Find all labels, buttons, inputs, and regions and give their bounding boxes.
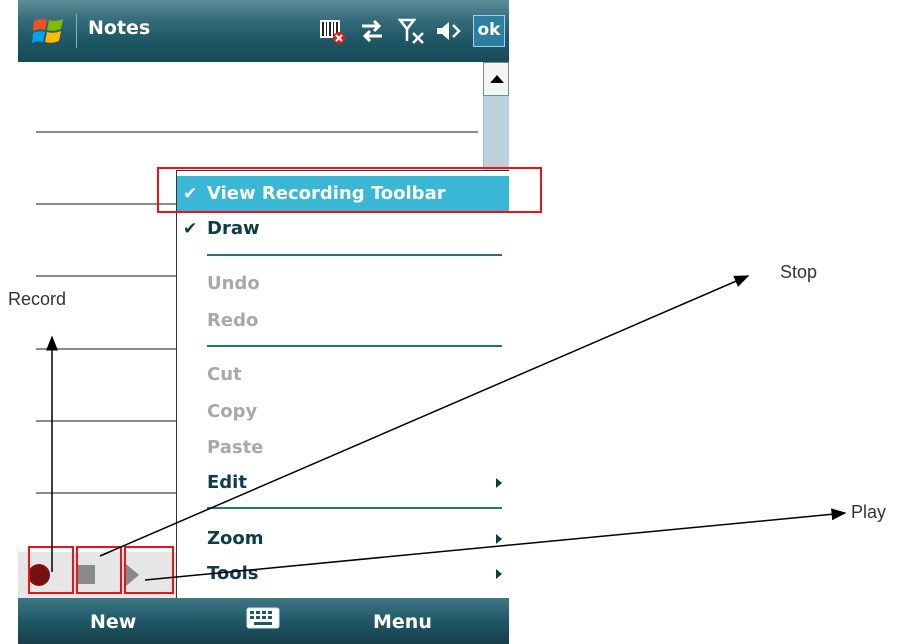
play-arrow	[144, 508, 847, 581]
annotation-arrows	[46, 275, 847, 581]
stop-arrow	[99, 275, 750, 557]
